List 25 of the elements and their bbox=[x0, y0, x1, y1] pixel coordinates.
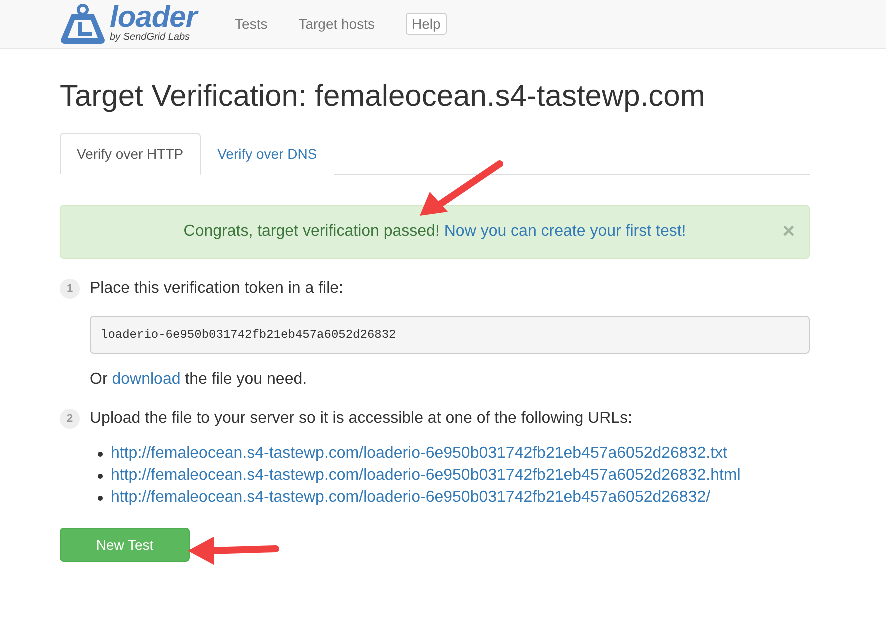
step-number: 1 bbox=[60, 279, 80, 299]
tab[interactable]: Verify over DNS bbox=[200, 133, 334, 175]
bullet-icon bbox=[98, 452, 103, 456]
alert-message: Congrats, target verification passed! Now you can create your first test! bbox=[184, 223, 686, 241]
step-number: 2 bbox=[60, 409, 80, 429]
download-link[interactable]: download bbox=[112, 371, 181, 388]
tab[interactable]: Verify over HTTP bbox=[60, 133, 201, 175]
page-title: Target Verification: femaleocean.s4-tastewp.com bbox=[60, 79, 706, 115]
logo-icon bbox=[60, 4, 106, 44]
url-link[interactable]: http://femaleocean.s4-tastewp.com/loaderio-6e950b031742fb21eb457a6052d26832.html bbox=[111, 467, 741, 485]
token-field[interactable]: loaderio-6e950b031742fb21eb457a6052d26832 bbox=[90, 316, 810, 354]
nav-link[interactable]: Target hosts bbox=[298, 16, 375, 32]
bullet-icon bbox=[98, 474, 103, 478]
step-text: Upload the file to your server so it is accessible at one of the following URLs: bbox=[90, 410, 632, 428]
new-test-button[interactable]: New Test bbox=[60, 528, 190, 562]
step-text: Place this verification token in a file: bbox=[90, 280, 344, 298]
nav-button[interactable]: Help bbox=[406, 13, 447, 35]
bullet-icon bbox=[98, 496, 103, 500]
download-note: Or download the file you need. bbox=[90, 371, 308, 389]
url-link[interactable]: http://femaleocean.s4-tastewp.com/loaderio-6e950b031742fb21eb457a6052d26832.txt bbox=[111, 445, 728, 463]
nav-link[interactable]: Tests bbox=[235, 16, 268, 32]
brand-tagline: by SendGrid Labs bbox=[110, 32, 192, 44]
brand-name[interactable]: loader bbox=[110, 4, 198, 32]
create-test-link[interactable]: Now you can create your first test! bbox=[444, 223, 686, 240]
url-link[interactable]: http://femaleocean.s4-tastewp.com/loaderio-6e950b031742fb21eb457a6052d26832/ bbox=[111, 489, 711, 507]
